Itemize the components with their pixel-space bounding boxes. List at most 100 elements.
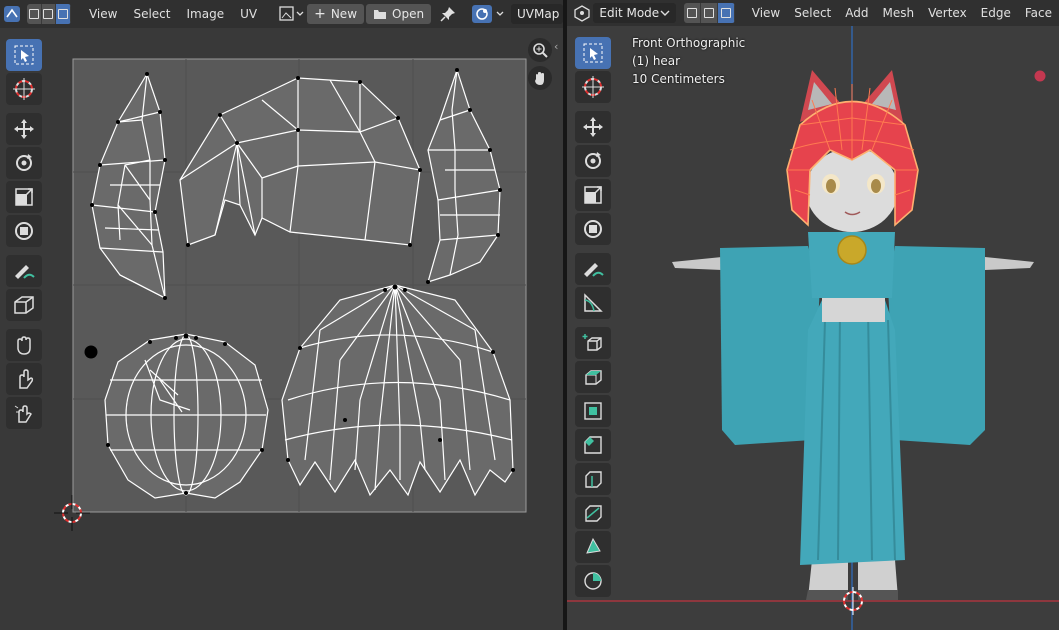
tool-annotate[interactable] [6, 255, 42, 287]
inset-icon [584, 402, 602, 420]
tool-transform[interactable] [6, 215, 42, 247]
zoom-icon [533, 43, 548, 58]
uv-editor-area: View Select Image UV + New Open UVMap ‹ [0, 0, 563, 630]
viewport-canvas[interactable]: Front Orthographic (1) hear 10 Centimete… [567, 26, 1059, 630]
vp-tool-transform[interactable] [575, 213, 611, 245]
scale-text: 10 Centimeters [632, 72, 725, 86]
tool-pinch[interactable] [6, 397, 42, 429]
new-image-label: New [330, 7, 358, 21]
vp-tool-cursor[interactable] [575, 71, 611, 103]
tool-relax[interactable] [6, 363, 42, 395]
mesh-edge-mode-button[interactable] [701, 3, 718, 23]
viewport-scene-svg [567, 26, 1059, 630]
tool-grab[interactable] [6, 329, 42, 361]
object-name-text: (1) hear [632, 54, 681, 68]
edge-mode-icon [43, 9, 54, 19]
auto-keying-dot [1034, 70, 1046, 82]
vp-tool-extrude[interactable] [575, 361, 611, 393]
tool-select-box[interactable] [6, 39, 42, 71]
rotate-icon [585, 152, 601, 169]
uv-sync-button[interactable] [471, 4, 507, 24]
sidebar-toggle-icon[interactable]: ‹ [554, 40, 558, 53]
transform-icon [584, 220, 602, 238]
add-cube-icon [582, 334, 602, 351]
open-image-button[interactable]: Open [366, 4, 432, 24]
relax-icon [19, 369, 34, 389]
vp-tool-move[interactable] [575, 111, 611, 143]
uv-box-icon [14, 296, 34, 314]
viewport-toolbar [573, 36, 613, 598]
uv-toolbar [4, 38, 44, 430]
edit-mode-icon [574, 5, 590, 22]
vp-tool-annotate[interactable] [575, 253, 611, 285]
vp-tool-inset[interactable] [575, 395, 611, 427]
vp-tool-select-box[interactable] [575, 37, 611, 69]
move-icon [583, 117, 603, 137]
cursor-icon [13, 78, 35, 100]
mesh-face-mode-button[interactable] [717, 3, 735, 23]
vp-menu-view[interactable]: View [745, 2, 787, 24]
select-mode-group [27, 4, 71, 24]
sync-selection-icon [472, 5, 504, 23]
vp-menu-vertex[interactable]: Vertex [921, 2, 974, 24]
image-browse-button[interactable] [279, 4, 305, 24]
viewport-header: Edit Mode View Select Add Mesh Vertex Ed… [567, 0, 1059, 26]
face-mode-icon [58, 9, 69, 19]
menu-view[interactable]: View [81, 3, 125, 25]
vp-menu-select[interactable]: Select [787, 2, 838, 24]
editor-type-button[interactable] [3, 4, 21, 24]
vp-menu-edge[interactable]: Edge [974, 2, 1018, 24]
vp-tool-bevel[interactable] [575, 429, 611, 461]
vp-menu-add[interactable]: Add [838, 2, 875, 24]
vp-tool-knife[interactable] [575, 497, 611, 529]
annotate-icon [15, 265, 35, 279]
menu-select[interactable]: Select [125, 3, 178, 25]
mesh-vertex-mode-button[interactable] [684, 3, 702, 23]
vp-tool-loop-cut[interactable] [575, 463, 611, 495]
pan-button[interactable] [528, 66, 552, 90]
new-image-button[interactable]: + New [307, 4, 365, 24]
knife-icon [585, 505, 602, 522]
transform-icon [15, 222, 33, 240]
zoom-button[interactable] [528, 38, 552, 62]
mode-selector[interactable]: Edit Mode [593, 3, 677, 23]
folder-icon [374, 10, 387, 19]
tool-cursor[interactable] [6, 73, 42, 105]
uv-canvas[interactable]: ‹ [0, 28, 563, 630]
tool-uv-box[interactable] [6, 289, 42, 321]
vp-tool-scale[interactable] [575, 179, 611, 211]
vertex-mode-icon [28, 9, 39, 19]
scale-icon [584, 186, 602, 204]
select-face-button[interactable] [56, 4, 71, 24]
view-name-text: Front Orthographic [632, 36, 746, 50]
loop-cut-icon [585, 471, 602, 488]
vp-menu-mesh[interactable]: Mesh [876, 2, 922, 24]
tool-scale[interactable] [6, 181, 42, 213]
face-select-icon [720, 8, 731, 18]
vp-menu-face[interactable]: Face [1018, 2, 1059, 24]
uv-editor-icon [4, 6, 20, 22]
select-vertex-button[interactable] [27, 4, 42, 24]
vp-tool-measure[interactable] [575, 287, 611, 319]
vp-tool-rotate[interactable] [575, 145, 611, 177]
plus-icon: + [314, 6, 326, 22]
tool-move[interactable] [6, 113, 42, 145]
vp-tool-poly-build[interactable] [575, 531, 611, 563]
menu-uv[interactable]: UV [232, 3, 265, 25]
bevel-icon [584, 436, 602, 454]
vertex-select-icon [687, 8, 698, 18]
pin-button[interactable] [439, 4, 457, 24]
move-icon [14, 119, 34, 139]
measure-icon [584, 293, 603, 312]
mode-label: Edit Mode [599, 6, 660, 20]
select-edge-button[interactable] [42, 4, 57, 24]
vp-tool-spin[interactable] [575, 565, 611, 597]
viewport-info-overlay: Front Orthographic (1) hear 10 Centimete… [632, 34, 745, 88]
vp-tool-add-cube[interactable] [575, 327, 611, 359]
tool-rotate[interactable] [6, 147, 42, 179]
uvmap-selector[interactable]: UVMap [511, 4, 563, 24]
viewport-editor-type-button[interactable] [571, 3, 593, 23]
select-box-icon [14, 45, 34, 65]
menu-image[interactable]: Image [179, 3, 233, 25]
edge-select-icon [704, 8, 715, 18]
